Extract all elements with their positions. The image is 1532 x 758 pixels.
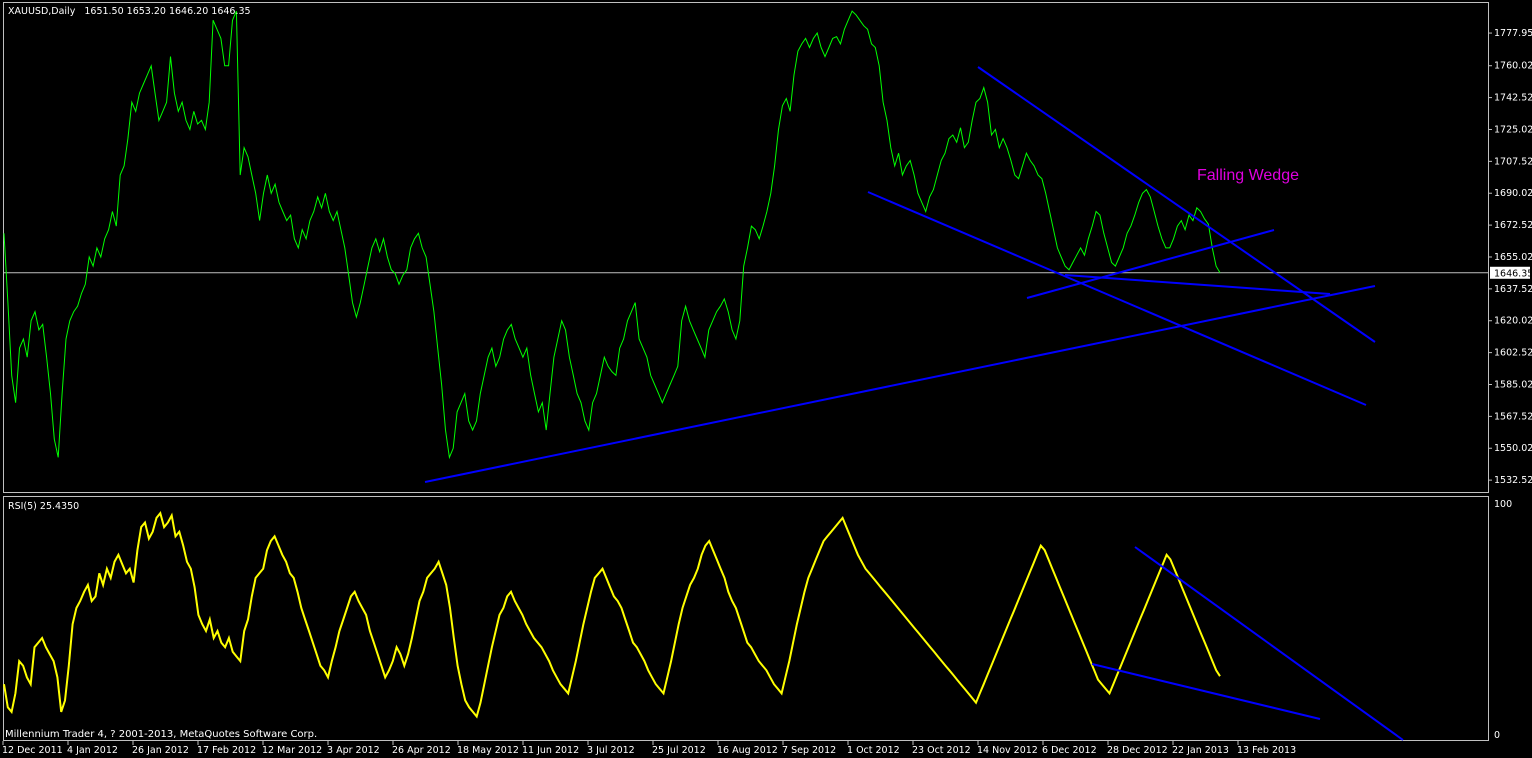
price-tick-label: 1725.02 (1494, 124, 1532, 135)
x-tick-label: 28 Dec 2012 (1107, 745, 1168, 756)
x-tick-label: 18 May 2012 (457, 745, 519, 756)
price-tick-label: 1637.52 (1494, 284, 1532, 295)
x-tick-label: 1 Oct 2012 (847, 745, 900, 756)
x-tick-label: 6 Dec 2012 (1042, 745, 1097, 756)
ohlc-label: 1651.50 1653.20 1646.20 1646.35 (84, 6, 250, 17)
x-tick-label: 13 Feb 2013 (1237, 745, 1296, 756)
x-tick-label: 16 Aug 2012 (717, 745, 778, 756)
x-tick-label: 26 Apr 2012 (392, 745, 451, 756)
price-tick-label: 1567.52 (1494, 411, 1532, 422)
price-tick-label: 1620.02 (1494, 316, 1532, 327)
x-tick-label: 12 Dec 2011 (2, 745, 63, 756)
x-tick-label: 12 Mar 2012 (262, 745, 322, 756)
price-tick-label: 1707.52 (1494, 156, 1532, 167)
rsi-header: RSI(5) 25.4350 (8, 501, 79, 512)
x-tick-label: 25 Jul 2012 (652, 745, 706, 756)
copyright-text: Millennium Trader 4, ? 2001-2013, MetaQu… (5, 729, 317, 740)
price-tick-label: 1655.02 (1494, 252, 1532, 263)
rsi-tick-label: 0 (1494, 730, 1500, 741)
x-tick-label: 3 Jul 2012 (587, 745, 635, 756)
rsi-tick-label: 100 (1494, 499, 1512, 510)
falling-wedge-annotation: Falling Wedge (1197, 167, 1299, 184)
x-tick-label: 7 Sep 2012 (782, 745, 836, 756)
price-tick-label: 1742.52 (1494, 93, 1532, 104)
current-price-label: 1646.35 (1494, 268, 1532, 279)
x-tick-label: 26 Jan 2012 (132, 745, 189, 756)
symbol-label: XAUUSD,Daily (8, 6, 76, 17)
price-tick-label: 1602.52 (1494, 348, 1532, 359)
x-tick-label: 11 Jun 2012 (522, 745, 579, 756)
price-tick-label: 1585.02 (1494, 379, 1532, 390)
x-tick-label: 23 Oct 2012 (912, 745, 971, 756)
price-tick-label: 1550.02 (1494, 443, 1532, 454)
price-y-axis: 1777.95 1760.02 1742.52 1725.02 1707.52 1690.… (1488, 28, 1532, 486)
price-tick-label: 1760.02 (1494, 61, 1532, 72)
price-tick-label: 1777.95 (1494, 28, 1532, 39)
x-tick-label: 14 Nov 2012 (977, 745, 1038, 756)
symbol-header: XAUUSD,Daily 1651.50 1653.20 1646.20 164… (8, 6, 251, 17)
x-tick-label: 22 Jan 2013 (1172, 745, 1229, 756)
price-tick-label: 1672.52 (1494, 220, 1532, 231)
x-tick-label: 4 Jan 2012 (67, 745, 118, 756)
x-tick-label: 3 Apr 2012 (327, 745, 380, 756)
chart-canvas: 1777.95 1760.02 1742.52 1725.02 1707.52 1690.… (0, 0, 1532, 758)
x-tick-label: 17 Feb 2012 (197, 745, 256, 756)
price-tick-label: 1690.02 (1494, 188, 1532, 199)
price-tick-label: 1532.52 (1494, 475, 1532, 486)
